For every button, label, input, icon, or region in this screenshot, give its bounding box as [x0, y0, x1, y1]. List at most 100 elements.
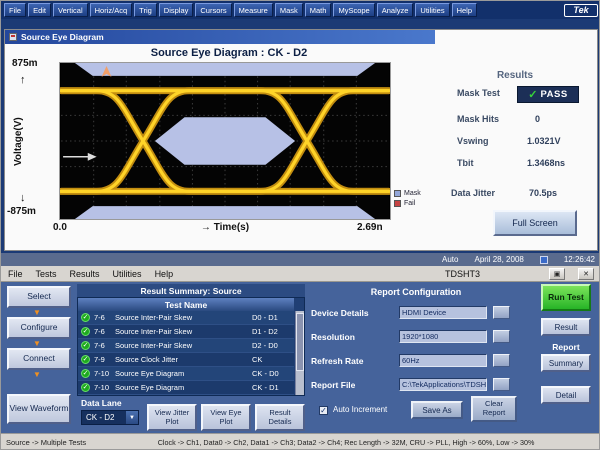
refresh-rate-field[interactable]: 60Hz	[399, 354, 487, 367]
test-lane: CK - D1	[252, 383, 294, 392]
result-button[interactable]: Result	[541, 318, 591, 336]
tdsht3-app: File Tests Results Utilities Help TDSHT3…	[1, 266, 600, 450]
tek-logo: Tek	[564, 4, 598, 17]
menu-item-edit[interactable]: Edit	[28, 3, 51, 17]
menu-item-vertical[interactable]: Vertical	[53, 3, 88, 17]
menu-item-myscope[interactable]: MyScope	[333, 3, 374, 17]
x-axis-arrow-icon: →	[201, 222, 211, 233]
eye-window-titlebar[interactable]: Source Eye Diagram	[5, 30, 435, 44]
screen: File Edit Vertical Horiz/Acq Trig Displa…	[0, 0, 600, 450]
vswing-label: Vswing	[457, 136, 489, 146]
y-max-label: 875m	[12, 58, 38, 69]
menu-item-cursors[interactable]: Cursors	[195, 3, 231, 17]
menu-item-analyze[interactable]: Analyze	[377, 3, 414, 17]
table-row[interactable]: ✓ 7-10 Source Eye Diagram CK - D0	[78, 367, 294, 381]
report-file-browse-button[interactable]	[493, 378, 510, 391]
app-menu-utilities[interactable]: Utilities	[113, 269, 142, 279]
clear-report-button[interactable]: Clear Report	[471, 396, 517, 422]
test-lane: CK - D0	[252, 369, 294, 378]
data-jitter-value: 70.5ps	[529, 188, 557, 198]
device-details-edit-button[interactable]	[493, 306, 510, 319]
test-name: Source Eye Diagram	[115, 383, 248, 392]
tbit-value: 1.3468ns	[527, 158, 565, 168]
data-lane-value: CK - D2	[86, 413, 114, 422]
full-screen-button[interactable]: Full Screen	[493, 210, 577, 236]
clock-icon	[540, 256, 548, 264]
legend-mask-label: Mask	[404, 190, 421, 197]
app-main: Select ▼ Configure ▼ Connect ▼ View Wave…	[1, 282, 600, 433]
result-summary-table: Test Name ✓ 7-6 Source Inter-Pair Skew D…	[77, 297, 305, 396]
menu-item-measure[interactable]: Measure	[234, 3, 273, 17]
test-lane: D1 - D2	[252, 327, 294, 336]
minimize-button[interactable]: ▣	[549, 268, 565, 280]
table-row[interactable]: ✓ 7-9 Source Clock Jitter CK	[78, 353, 294, 367]
menu-item-file[interactable]: File	[4, 3, 26, 17]
x-min-label: 0.0	[53, 222, 67, 233]
table-row[interactable]: ✓ 7-6 Source Inter-Pair Skew D1 - D2	[78, 325, 294, 339]
table-scrollbar[interactable]	[295, 311, 304, 395]
resolution-edit-button[interactable]	[493, 330, 510, 343]
menu-item-display[interactable]: Display	[159, 3, 194, 17]
data-lane-label: Data Lane	[81, 398, 122, 408]
configure-button[interactable]: Configure	[7, 317, 71, 339]
report-section-label: Report	[541, 342, 591, 352]
report-configuration-title: Report Configuration	[309, 287, 523, 297]
menu-item-utilities[interactable]: Utilities	[415, 3, 449, 17]
report-file-field[interactable]: C:\TekApplications\TDSHT	[399, 378, 487, 391]
refresh-rate-label: Refresh Rate	[311, 356, 363, 366]
refresh-rate-edit-button[interactable]	[493, 354, 510, 367]
resolution-field[interactable]: 1920*1080	[399, 330, 487, 343]
check-icon: ✓	[81, 383, 90, 392]
data-lane-dropdown[interactable]: CK - D2 ▼	[81, 410, 139, 425]
scope-menu-bar: File Edit Vertical Horiz/Acq Trig Displa…	[1, 1, 600, 19]
table-row[interactable]: ✓ 7-6 Source Inter-Pair Skew D0 - D1	[78, 311, 294, 325]
app-menu-results[interactable]: Results	[70, 269, 100, 279]
window-icon	[9, 33, 17, 41]
table-row[interactable]: ✓ 7-10 Source Eye Diagram CK - D1	[78, 381, 294, 395]
test-name: Source Inter-Pair Skew	[115, 341, 248, 350]
status-test-mode: Source -> Multiple Tests	[6, 438, 86, 447]
eye-diagram-plot[interactable]	[59, 62, 391, 220]
summary-button[interactable]: Summary	[541, 354, 591, 372]
table-row[interactable]: ✓ 7-6 Source Inter-Pair Skew D2 - D0	[78, 339, 294, 353]
view-waveform-button[interactable]: View Waveform	[7, 394, 71, 424]
test-lane: CK	[252, 355, 294, 364]
data-jitter-label: Data Jitter	[451, 188, 495, 198]
save-as-button[interactable]: Save As	[411, 401, 463, 419]
app-menu-help[interactable]: Help	[155, 269, 174, 279]
test-name: Source Inter-Pair Skew	[115, 313, 248, 322]
connect-button[interactable]: Connect	[7, 348, 71, 370]
close-icon[interactable]: ✕	[578, 268, 594, 280]
menu-item-trig[interactable]: Trig	[134, 3, 157, 17]
eye-plot-title: Source Eye Diagram : CK - D2	[63, 47, 395, 59]
device-details-field[interactable]: HDMI Device	[399, 306, 487, 319]
scope-status-bar: Auto April 28, 2008 12:26:42	[1, 253, 600, 266]
menu-item-math[interactable]: Math	[305, 3, 332, 17]
app-menu-bar: File Tests Results Utilities Help TDSHT3…	[1, 266, 600, 282]
chevron-down-icon[interactable]: ▼	[126, 411, 138, 424]
view-jitter-plot-button[interactable]: View Jitter Plot	[147, 404, 197, 431]
app-status-bar: Source -> Multiple Tests Clock -> Ch1, D…	[1, 433, 600, 450]
auto-increment-checkbox[interactable]: ✓	[319, 406, 328, 415]
resolution-label: Resolution	[311, 332, 355, 342]
auto-increment-label: Auto Increment	[333, 405, 387, 414]
x-axis-name: Time(s)	[214, 222, 249, 233]
app-menu-tests[interactable]: Tests	[36, 269, 57, 279]
test-lane: D2 - D0	[252, 341, 294, 350]
detail-button[interactable]: Detail	[541, 386, 591, 404]
test-id: 7-6	[94, 313, 111, 322]
run-test-button[interactable]: Run Test	[541, 284, 591, 311]
eye-diagram-window: Source Eye Diagram Source Eye Diagram : …	[4, 29, 598, 251]
menu-item-help[interactable]: Help	[452, 3, 477, 17]
device-details-label: Device Details	[311, 308, 369, 318]
view-eye-plot-button[interactable]: View Eye Plot	[201, 404, 251, 431]
scrollbar-thumb[interactable]	[296, 313, 304, 371]
check-icon: ✓	[81, 369, 90, 378]
app-menu-file[interactable]: File	[8, 269, 23, 279]
menu-item-horiz-acq[interactable]: Horiz/Acq	[90, 3, 133, 17]
menu-item-mask[interactable]: Mask	[275, 3, 303, 17]
result-details-button[interactable]: Result Details	[255, 404, 305, 431]
x-max-label: 2.69n	[357, 222, 383, 233]
select-button[interactable]: Select	[7, 286, 71, 308]
test-id: 7-10	[94, 383, 111, 392]
